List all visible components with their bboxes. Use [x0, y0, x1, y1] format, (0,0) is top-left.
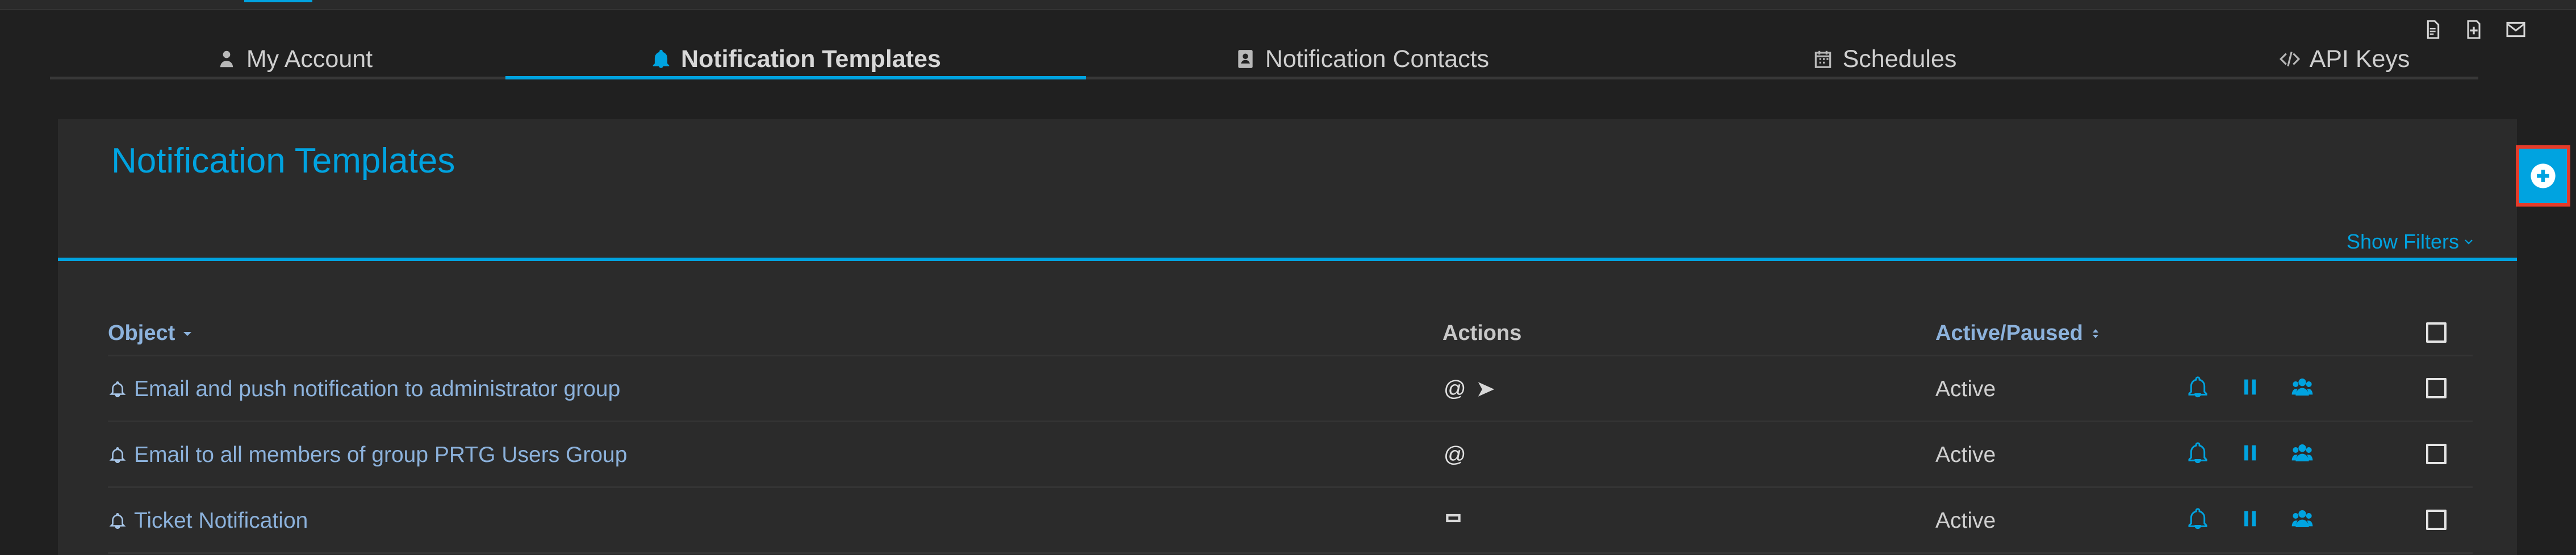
- status-cell: Active: [1935, 443, 1996, 467]
- sort-icon: [2092, 329, 2098, 338]
- tab-notification-templates[interactable]: Notification Templates: [505, 39, 1086, 79]
- bell-icon: [109, 447, 126, 464]
- column-actions-header: Actions: [1442, 321, 1521, 346]
- tab-label: Schedules: [1842, 45, 1957, 73]
- pause-icon: [2244, 379, 2256, 395]
- active-tab-underline: [505, 76, 1086, 79]
- mail-icon[interactable]: [2504, 18, 2527, 44]
- table-row: Email to all members of group PRTG Users…: [108, 422, 2473, 488]
- bell-icon: [2188, 376, 2207, 398]
- header-status-label: Active/Paused: [1935, 321, 2083, 345]
- tab-label: Notification Contacts: [1265, 45, 1490, 73]
- bell-icon: [109, 381, 126, 398]
- tab-my-account[interactable]: My Account: [175, 39, 413, 79]
- calendar-icon: [1814, 51, 1831, 68]
- column-object-header[interactable]: Object: [108, 321, 194, 346]
- at-icon: @: [1444, 377, 1466, 401]
- tab-label: My Account: [246, 45, 373, 73]
- pause-button[interactable]: [2239, 442, 2261, 467]
- column-status-header[interactable]: Active/Paused: [1935, 321, 2102, 346]
- sort-down-icon: [183, 331, 192, 336]
- pause-icon: [2244, 445, 2256, 461]
- used-by-button[interactable]: [2291, 442, 2314, 467]
- status-cell: Active: [1935, 508, 1996, 533]
- plus-circle-icon: [2531, 163, 2556, 188]
- actions-cell: [1444, 508, 1463, 528]
- bell-icon: [2188, 442, 2207, 464]
- header-actions-label: Actions: [1442, 321, 1522, 345]
- tab-schedules[interactable]: Schedules: [1782, 39, 1987, 79]
- notification-templates-panel: Notification Templates Show Filters Obje…: [58, 119, 2517, 555]
- template-name: Email and push notification to administr…: [134, 377, 621, 401]
- used-by-button[interactable]: [2291, 507, 2314, 533]
- panel-header: Notification Templates Show Filters: [58, 119, 2517, 261]
- user-icon: [220, 51, 233, 68]
- top-bar: [0, 0, 2576, 10]
- code-icon: [2279, 51, 2300, 67]
- pause-button[interactable]: [2239, 376, 2261, 401]
- bell-icon: [653, 49, 670, 68]
- tab-label: Notification Templates: [681, 45, 941, 73]
- table-header: Object Actions Active/Paused: [108, 305, 2473, 356]
- tab-notification-contacts[interactable]: Notification Contacts: [1220, 39, 1504, 79]
- pause-button[interactable]: [2239, 507, 2261, 533]
- show-filters-label: Show Filters: [2346, 230, 2459, 253]
- group-icon: [2291, 379, 2313, 396]
- actions-cell: @: [1444, 377, 1496, 402]
- test-notification-button[interactable]: [2186, 442, 2209, 467]
- template-name-cell[interactable]: Email to all members of group PRTG Users…: [108, 443, 627, 468]
- template-name: Email to all members of group PRTG Users…: [134, 443, 628, 467]
- row-checkbox[interactable]: [2426, 510, 2447, 530]
- row-checkbox[interactable]: [2426, 444, 2447, 464]
- at-icon: @: [1444, 443, 1466, 467]
- test-notification-button[interactable]: [2186, 507, 2209, 533]
- send-icon: [1478, 382, 1494, 397]
- used-by-button[interactable]: [2291, 376, 2314, 401]
- bell-icon: [109, 513, 126, 529]
- group-icon: [2291, 510, 2313, 527]
- pause-icon: [2244, 511, 2256, 527]
- group-icon: [2291, 444, 2313, 461]
- ticket-icon: [1446, 514, 1461, 523]
- status-cell: Active: [1935, 377, 1996, 401]
- select-all-checkbox[interactable]: [2426, 322, 2447, 343]
- top-bar-accent: [244, 0, 312, 2]
- row-checkbox[interactable]: [2426, 378, 2447, 398]
- contacts-icon: [1238, 50, 1253, 68]
- settings-tabs: My Account Notification Templates Notifi…: [50, 39, 2478, 79]
- page-title: Notification Templates: [111, 141, 455, 180]
- table-row: Email and push notification to administr…: [108, 356, 2473, 422]
- row-actions: [2186, 376, 2314, 401]
- tab-label: API Keys: [2309, 45, 2410, 73]
- table-row: Ticket Notification Active: [108, 488, 2473, 554]
- templates-table: Object Actions Active/Paused Email and p…: [108, 305, 2473, 554]
- test-notification-button[interactable]: [2186, 376, 2209, 401]
- actions-cell: @: [1444, 443, 1466, 468]
- template-name-cell[interactable]: Email and push notification to administr…: [108, 377, 620, 402]
- page: My Account Notification Templates Notifi…: [0, 0, 2576, 555]
- row-actions: [2186, 442, 2314, 467]
- show-filters-link[interactable]: Show Filters: [2347, 230, 2474, 254]
- row-actions: [2186, 507, 2314, 533]
- add-template-button[interactable]: [2516, 145, 2570, 207]
- template-name-cell[interactable]: Ticket Notification: [108, 508, 308, 533]
- header-object-label: Object: [108, 321, 175, 345]
- template-name: Ticket Notification: [134, 508, 308, 533]
- bell-icon: [2188, 508, 2207, 529]
- tab-api-keys[interactable]: API Keys: [2242, 39, 2447, 79]
- chevron-down-icon: [2465, 239, 2473, 245]
